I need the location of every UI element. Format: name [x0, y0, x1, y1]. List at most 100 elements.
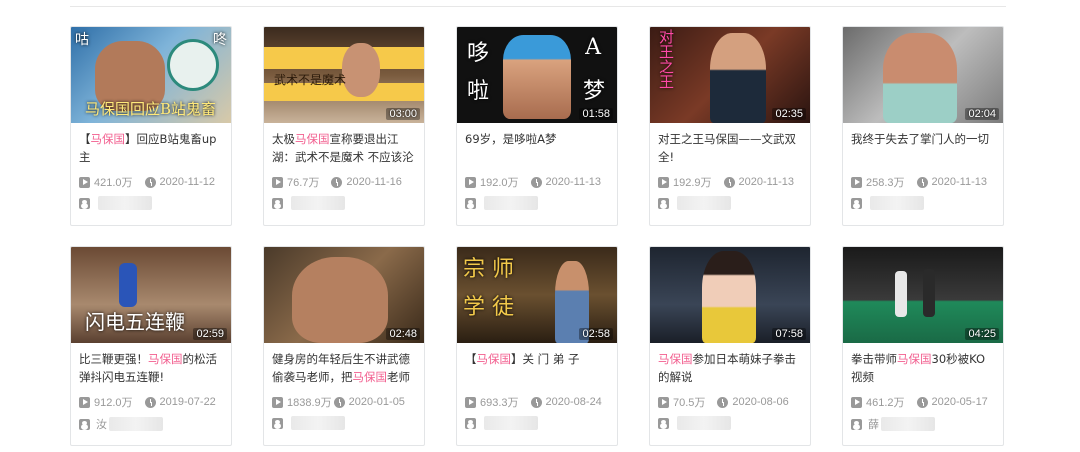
user-icon: [272, 197, 283, 209]
upload-date: 2020-11-16: [346, 176, 402, 188]
video-duration: 02:59: [193, 328, 227, 340]
thumb-caption-l1: 哆: [467, 41, 490, 66]
thumb-caption: 闪电五连鞭: [85, 310, 185, 334]
uploader[interactable]: [658, 196, 802, 210]
video-card[interactable]: 07:58 马保国参加日本萌妹子拳击的解说 70.5万 2020-08-06: [649, 246, 811, 446]
video-title[interactable]: 对王之王马保国——文武双全!: [658, 130, 802, 166]
video-thumbnail[interactable]: 04:25: [843, 247, 1003, 343]
uploader-name-blurred: [677, 196, 731, 210]
video-card[interactable]: 武术不是魔术 03:00 太极马保国宣称要退出江湖：武术不是魔术 不应该沦 76…: [263, 26, 425, 226]
user-icon: [465, 197, 476, 209]
uploader[interactable]: [79, 196, 223, 210]
video-title[interactable]: 健身房的年轻后生不讲武德偷袭马老师，把马保国老师: [272, 350, 416, 386]
video-card[interactable]: 闪电五连鞭 02:59 比三鞭更强！马保国的松活弹抖闪电五连鞭! 912.0万 2…: [70, 246, 232, 446]
view-count: 461.2万: [866, 397, 905, 409]
video-stats: 461.2万 2020-05-17: [851, 394, 995, 410]
video-title[interactable]: 【马保国】关 门 弟 子: [465, 350, 609, 386]
uploader[interactable]: 汝: [79, 416, 223, 432]
video-thumbnail[interactable]: 闪电五连鞭 02:59: [71, 247, 231, 343]
uploader[interactable]: [658, 416, 802, 430]
clock-icon: [530, 396, 542, 408]
video-card[interactable]: 对王之王 02:35 对王之王马保国——文武双全! 192.9万 2020-11-…: [649, 26, 811, 226]
video-thumbnail[interactable]: 02:48: [264, 247, 424, 343]
view-count: 76.7万: [287, 177, 320, 189]
user-icon: [272, 417, 283, 429]
thumb-caption-l1: 宗 师: [463, 257, 514, 282]
uploader[interactable]: [851, 196, 995, 210]
video-title[interactable]: 马保国参加日本萌妹子拳击的解说: [658, 350, 802, 386]
video-thumbnail[interactable]: 对王之王 02:35: [650, 27, 810, 123]
upload-date: 2020-11-13: [738, 176, 794, 188]
uploader-name-blurred: [484, 196, 538, 210]
play-count-icon: [658, 176, 669, 188]
video-thumbnail[interactable]: 武术不是魔术 03:00: [264, 27, 424, 123]
uploader-name[interactable]: 汝: [96, 416, 107, 432]
video-title[interactable]: 69岁，是哆啦A梦: [465, 130, 609, 166]
video-card[interactable]: 04:25 拳击带师马保国30秒被KO视频 461.2万 2020-05-17 薛: [842, 246, 1004, 446]
thumb-caption-r2: 梦: [582, 79, 605, 104]
play-count-icon: [465, 396, 476, 408]
uploader[interactable]: [465, 196, 609, 210]
view-count: 421.0万: [94, 177, 133, 189]
play-count-icon: [658, 396, 669, 408]
view-count: 192.9万: [673, 177, 712, 189]
video-thumbnail[interactable]: 咕 咚 马保国回应B站鬼畜: [71, 27, 231, 123]
uploader-name[interactable]: 薛: [868, 416, 879, 432]
clock-icon: [530, 176, 542, 188]
uploader-name-blurred: [881, 417, 935, 431]
video-thumbnail[interactable]: 宗 师 学 徒 02:58: [457, 247, 617, 343]
uploader-name-blurred: [98, 196, 152, 210]
user-icon: [851, 197, 862, 209]
video-duration: 03:00: [386, 108, 420, 120]
thumb-caption-l2: 学 徒: [463, 295, 514, 320]
upload-date: 2020-08-24: [545, 396, 602, 408]
video-stats: 192.0万 2020-11-13: [465, 174, 609, 190]
view-count: 693.3万: [480, 397, 519, 409]
video-thumbnail[interactable]: 07:58: [650, 247, 810, 343]
uploader[interactable]: [272, 416, 416, 430]
video-card[interactable]: 02:04 我终于失去了掌门人的一切 258.3万 2020-11-13: [842, 26, 1004, 226]
play-count-icon: [79, 396, 90, 408]
uploader-name-blurred: [291, 416, 345, 430]
clock-icon: [717, 396, 729, 408]
uploader-name-blurred: [870, 196, 924, 210]
upload-date: 2020-08-06: [732, 396, 789, 408]
uploader-name-blurred: [109, 417, 163, 431]
thumb-caption-l2: 啦: [467, 79, 490, 104]
video-title[interactable]: 比三鞭更强！马保国的松活弹抖闪电五连鞭!: [79, 350, 223, 386]
play-count-icon: [465, 176, 476, 188]
play-count-icon: [272, 176, 283, 188]
user-icon: [465, 417, 476, 429]
user-icon: [851, 418, 862, 430]
play-count-icon: [851, 396, 862, 408]
video-card[interactable]: 哆 啦 A 梦 01:58 69岁，是哆啦A梦 192.0万 2020-11-13: [456, 26, 618, 226]
upload-date: 2020-05-17: [931, 396, 988, 408]
video-thumbnail[interactable]: 哆 啦 A 梦 01:58: [457, 27, 617, 123]
video-stats: 912.0万 2019-07-22: [79, 394, 223, 410]
video-title[interactable]: 【马保国】回应B站鬼畜up主: [79, 130, 223, 166]
play-count-icon: [272, 396, 283, 408]
thumb-corner-left: 咕: [75, 32, 89, 48]
video-title[interactable]: 拳击带师马保国30秒被KO视频: [851, 350, 995, 386]
view-count: 1838.9万: [287, 397, 332, 409]
thumb-caption: 马保国回应B站鬼畜: [85, 100, 217, 118]
video-duration: 04:25: [965, 328, 999, 340]
video-title[interactable]: 我终于失去了掌门人的一切: [851, 130, 995, 166]
user-icon: [658, 197, 669, 209]
clock-icon: [723, 176, 735, 188]
video-stats: 421.0万 2020-11-12: [79, 174, 223, 190]
upload-date: 2019-07-22: [159, 396, 216, 408]
upload-date: 2020-11-13: [931, 176, 987, 188]
clock-icon: [144, 176, 156, 188]
uploader[interactable]: [272, 196, 416, 210]
video-card[interactable]: 02:48 健身房的年轻后生不讲武德偷袭马老师，把马保国老师 1838.9万 20…: [263, 246, 425, 446]
play-count-icon: [851, 176, 862, 188]
uploader[interactable]: [465, 416, 609, 430]
video-card[interactable]: 宗 师 学 徒 02:58 【马保国】关 门 弟 子 693.3万 2020-08…: [456, 246, 618, 446]
video-thumbnail[interactable]: 02:04: [843, 27, 1003, 123]
clock-icon: [916, 176, 928, 188]
video-card[interactable]: 咕 咚 马保国回应B站鬼畜 【马保国】回应B站鬼畜up主 421.0万 2020-…: [70, 26, 232, 226]
uploader[interactable]: 薛: [851, 416, 995, 432]
video-title[interactable]: 太极马保国宣称要退出江湖：武术不是魔术 不应该沦: [272, 130, 416, 166]
play-count-icon: [79, 176, 90, 188]
